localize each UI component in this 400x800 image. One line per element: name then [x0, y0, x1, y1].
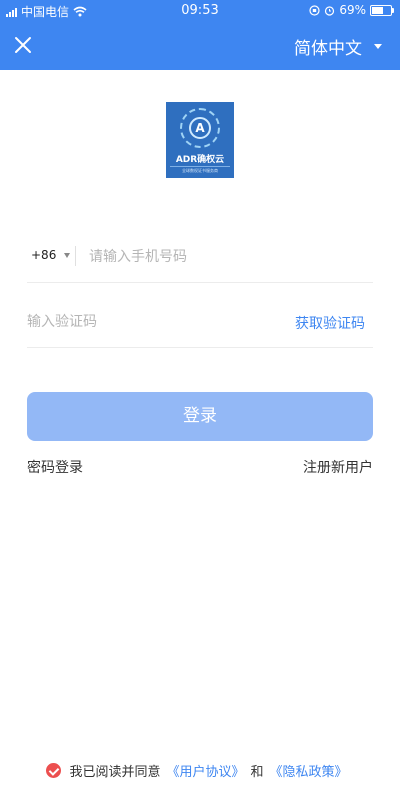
country-code-selector[interactable]: +86	[31, 248, 71, 262]
password-login-link[interactable]: 密码登录	[27, 457, 83, 477]
app-logo: A ADR确权云 全球数权证书服务商	[166, 102, 234, 178]
chevron-down-icon	[64, 252, 71, 258]
phone-input[interactable]	[89, 244, 349, 270]
close-icon[interactable]	[10, 32, 36, 58]
agreement-prefix: 我已阅读并同意	[69, 765, 161, 780]
language-selector[interactable]: 简体中文	[294, 34, 382, 59]
country-code-label: +86	[31, 248, 57, 262]
chevron-down-icon	[374, 44, 382, 49]
navbar: 简体中文	[0, 26, 400, 66]
phone-field-row: +86	[27, 234, 373, 283]
alarm-icon	[325, 5, 335, 16]
battery-percent: 69%	[339, 3, 366, 17]
login-button[interactable]: 登录	[27, 392, 373, 441]
battery-icon	[370, 4, 394, 16]
privacy-policy-link[interactable]: 《隐私政策》	[270, 761, 348, 780]
status-right: 69%	[309, 3, 394, 17]
register-link[interactable]: 注册新用户	[303, 457, 373, 477]
logo-name: ADR确权云	[175, 155, 225, 165]
logo-tagline: 全球数权证书服务商	[170, 166, 230, 174]
orientation-lock-icon	[309, 4, 320, 16]
agreement-conjunction: 和	[250, 765, 264, 780]
get-code-button[interactable]: 获取验证码	[295, 313, 365, 333]
status-bar: 中国电信 09:53 69%	[0, 0, 400, 22]
code-field-row: 获取验证码	[27, 299, 373, 348]
agreement-row: 我已阅读并同意 《用户协议》 和 《隐私政策》	[0, 761, 400, 780]
logo-emblem: A	[180, 108, 220, 148]
language-label: 简体中文	[294, 39, 362, 59]
logo-letter: A	[189, 117, 211, 139]
verification-code-input[interactable]	[27, 309, 247, 335]
checkmark-icon[interactable]	[46, 763, 62, 778]
user-agreement-link[interactable]: 《用户协议》	[166, 761, 244, 780]
app-header: 中国电信 09:53 69% 简体中文	[0, 0, 400, 70]
divider	[75, 246, 76, 266]
